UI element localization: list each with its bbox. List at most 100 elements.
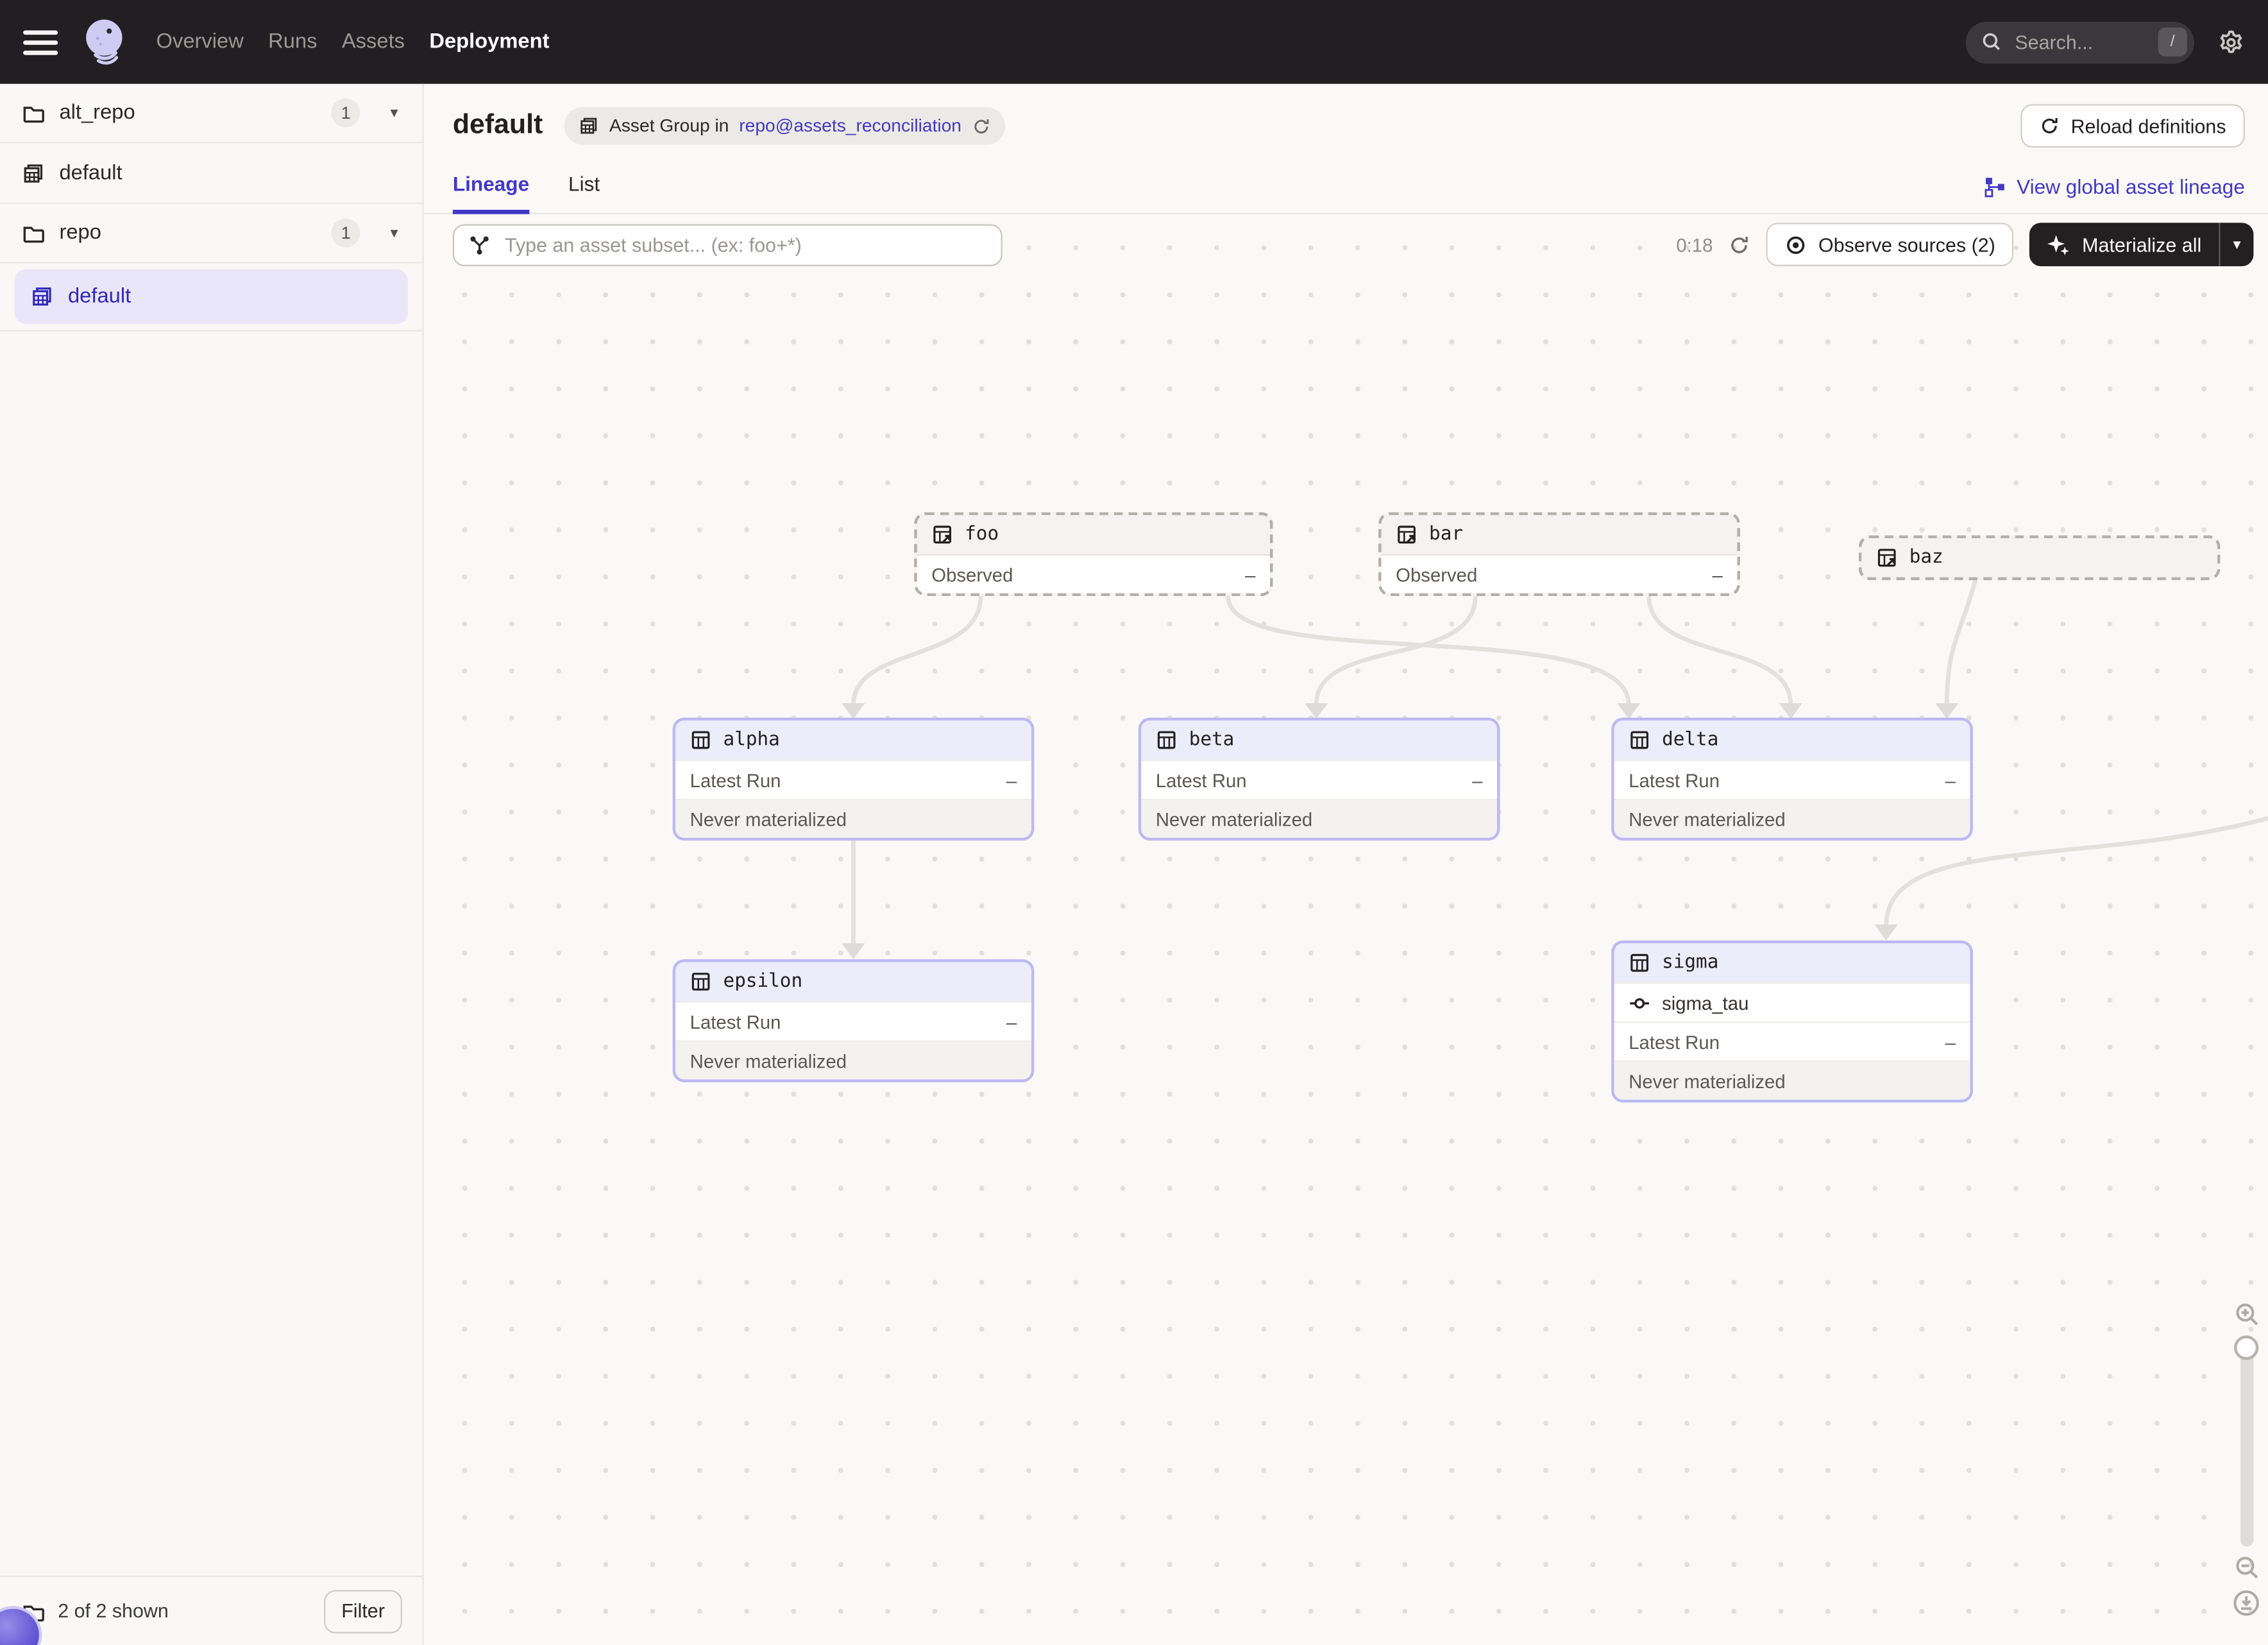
asset-group-icon	[30, 285, 53, 308]
asset-node-header: baz	[1861, 538, 2217, 577]
asset-node-header: sigma	[1614, 943, 1970, 982]
lineage-canvas[interactable]: 0:18 Observe sources (2) Materialize all	[424, 214, 2268, 1645]
refresh-graph-button[interactable]	[1729, 234, 1750, 255]
lineage-edges	[424, 214, 2268, 1637]
zoom-in-icon[interactable]	[2234, 1302, 2258, 1327]
materialization-status-row: Never materialized	[675, 799, 1031, 838]
sidebar-item-repo[interactable]: repo 1 ▼	[0, 204, 422, 263]
asset-table-icon	[690, 971, 712, 993]
download-view-icon[interactable]	[2233, 1590, 2260, 1616]
nav-assets[interactable]: Assets	[342, 30, 405, 53]
materialization-status: Never materialized	[690, 1050, 847, 1071]
sidebar-item-default-group[interactable]: default	[0, 143, 422, 204]
materialization-status: Never materialized	[690, 808, 847, 830]
asset-node-sigma[interactable]: sigma sigma_tau Latest Run – Never mater…	[1611, 941, 1973, 1103]
repo-location-link[interactable]: repo@assets_reconciliation	[739, 115, 961, 136]
tab-lineage[interactable]: Lineage	[453, 172, 529, 212]
graph-toolbar-actions: 0:18 Observe sources (2) Materialize all	[1676, 223, 2253, 266]
asset-name: baz	[1909, 547, 1943, 568]
asset-node-epsilon[interactable]: epsilon Latest Run – Never materialized	[673, 959, 1035, 1082]
asset-node-foo[interactable]: foo Observed –	[914, 512, 1273, 596]
asset-node-header: beta	[1141, 720, 1497, 760]
asset-status-row: Observed –	[1382, 554, 1738, 593]
global-lineage-label: View global asset lineage	[2017, 175, 2245, 198]
refresh-icon[interactable]	[972, 117, 990, 135]
refresh-timer: 0:18	[1676, 234, 1713, 255]
reload-definitions-button[interactable]: Reload definitions	[2020, 104, 2245, 148]
asset-check-icon	[1629, 992, 1650, 1014]
asset-check-row: sigma_tau	[1614, 982, 1970, 1021]
hamburger-menu-icon[interactable]	[23, 30, 58, 54]
materialization-status: Never materialized	[1629, 1070, 1785, 1092]
sidebar-item-default-group-selected[interactable]: default	[15, 269, 408, 324]
run-label: Latest Run	[690, 769, 781, 791]
nav-overview[interactable]: Overview	[157, 30, 244, 53]
materialize-options-caret[interactable]: ▼	[2219, 223, 2253, 266]
group-label: default	[59, 161, 122, 184]
sidebar-item-alt-repo[interactable]: alt_repo 1 ▼	[0, 84, 422, 143]
zoom-slider-handle[interactable]	[2234, 1335, 2258, 1359]
asset-subset-filter[interactable]	[453, 223, 1003, 265]
source-asset-icon	[1396, 524, 1418, 545]
asset-name: epsilon	[724, 971, 803, 993]
shown-count-label: 2 of 2 shown	[58, 1600, 169, 1622]
tab-list[interactable]: List	[568, 172, 600, 212]
run-label: Latest Run	[1629, 1031, 1720, 1053]
nav-runs[interactable]: Runs	[268, 30, 317, 53]
global-search[interactable]: /	[1966, 21, 2194, 63]
status-value: –	[1713, 563, 1723, 585]
view-global-asset-lineage-link[interactable]: View global asset lineage	[1985, 175, 2245, 213]
asset-node-header: bar	[1382, 515, 1738, 554]
asset-group-pill: Asset Group in repo@assets_reconciliatio…	[564, 107, 1005, 145]
run-label: Latest Run	[1156, 769, 1247, 791]
search-icon	[1981, 32, 2002, 53]
repo-sidebar: alt_repo 1 ▼ default repo 1 ▼ default	[0, 84, 424, 1645]
run-label: Latest Run	[690, 1010, 781, 1032]
materialize-all-button[interactable]: Materialize all	[2030, 223, 2219, 266]
asset-group-icon	[579, 115, 600, 136]
asset-node-delta[interactable]: delta Latest Run – Never materialized	[1611, 718, 1973, 841]
search-shortcut-key: /	[2158, 28, 2187, 56]
asset-node-header: epsilon	[675, 962, 1031, 1001]
gear-icon[interactable]	[2217, 28, 2245, 56]
refresh-icon	[1729, 234, 1750, 255]
chevron-down-icon[interactable]: ▼	[388, 106, 401, 121]
asset-node-alpha[interactable]: alpha Latest Run – Never materialized	[673, 718, 1035, 841]
materialization-status-row: Never materialized	[1141, 799, 1497, 838]
asset-name: delta	[1662, 729, 1718, 751]
repo-label: repo	[59, 221, 101, 244]
observe-sources-label: Observe sources (2)	[1818, 234, 1995, 255]
search-input[interactable]	[2012, 30, 2131, 54]
asset-node-beta[interactable]: beta Latest Run – Never materialized	[1138, 718, 1500, 841]
dagster-logo[interactable]	[80, 16, 131, 68]
nav-deployment[interactable]: Deployment	[429, 30, 549, 53]
op-selector-icon	[469, 234, 491, 255]
latest-run-row: Latest Run –	[675, 1001, 1031, 1041]
materialization-status-row: Never materialized	[1614, 1061, 1970, 1100]
asset-name: bar	[1429, 524, 1463, 545]
status-value: –	[1245, 563, 1255, 585]
asset-group-pill-text: Asset Group in	[609, 115, 729, 136]
materialize-all-label: Materialize all	[2082, 234, 2201, 255]
main-panel: default Asset Group in repo@assets_recon…	[424, 84, 2268, 1645]
materialization-status-row: Never materialized	[675, 1040, 1031, 1079]
observe-sources-button[interactable]: Observe sources (2)	[1766, 223, 2014, 266]
tabs-bar: Lineage List View global asset lineage	[424, 157, 2268, 214]
folder-icon	[22, 101, 45, 124]
repo-count-badge: 1	[332, 98, 360, 127]
chevron-down-icon[interactable]: ▼	[388, 226, 401, 241]
filter-button[interactable]: Filter	[324, 1589, 402, 1633]
zoom-out-icon[interactable]	[2234, 1555, 2258, 1580]
asset-name: beta	[1189, 729, 1235, 751]
asset-node-baz[interactable]: baz	[1859, 535, 2221, 580]
folder-icon	[22, 221, 45, 244]
repo-label: alt_repo	[59, 101, 135, 124]
asset-name: foo	[965, 524, 999, 545]
run-label: Latest Run	[1629, 769, 1720, 791]
asset-node-bar[interactable]: bar Observed –	[1378, 512, 1740, 596]
latest-run-row: Latest Run –	[1614, 1021, 1970, 1061]
asset-subset-input[interactable]	[502, 232, 986, 257]
zoom-slider[interactable]	[2240, 1335, 2253, 1546]
run-value: –	[1945, 1031, 1956, 1053]
asset-node-header: delta	[1614, 720, 1970, 760]
